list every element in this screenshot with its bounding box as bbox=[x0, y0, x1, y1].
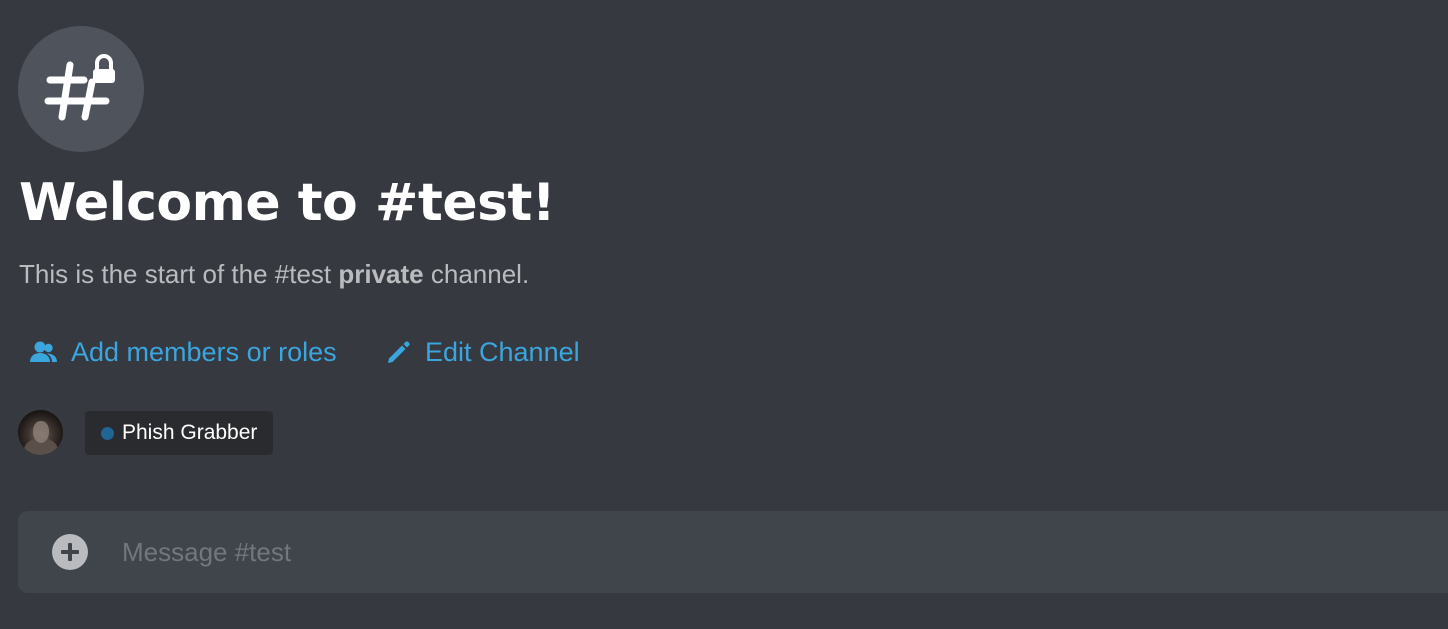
role-pill[interactable]: Phish Grabber bbox=[85, 411, 274, 455]
edit-channel-button[interactable]: Edit Channel bbox=[386, 332, 580, 372]
page-title: Welcome to #test! bbox=[19, 173, 556, 233]
channel-intro-text: This is the start of the #test private c… bbox=[19, 257, 529, 291]
member-avatar[interactable] bbox=[18, 410, 63, 455]
add-members-label: Add members or roles bbox=[71, 336, 337, 367]
channel-welcome-screen: Welcome to #test! This is the start of t… bbox=[0, 0, 1448, 629]
add-members-button[interactable]: Add members or roles bbox=[30, 332, 337, 372]
pencil-icon bbox=[386, 340, 411, 365]
add-members-icon bbox=[30, 340, 57, 364]
hashtag-lock-icon bbox=[18, 26, 144, 152]
plus-circle-icon[interactable] bbox=[52, 534, 88, 570]
role-name: Phish Grabber bbox=[122, 421, 258, 444]
message-input[interactable] bbox=[122, 531, 1322, 573]
role-color-dot bbox=[101, 426, 114, 440]
intro-suffix: channel. bbox=[423, 259, 530, 289]
intro-private-label: private bbox=[338, 259, 424, 289]
edit-channel-label: Edit Channel bbox=[425, 336, 580, 367]
message-composer bbox=[18, 511, 1448, 593]
intro-prefix: This is the start of the #test bbox=[19, 259, 339, 289]
